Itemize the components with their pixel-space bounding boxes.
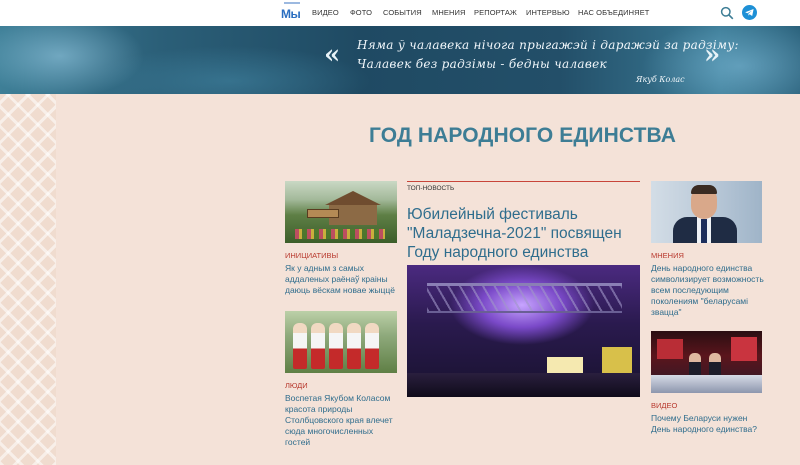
stage-crowd [407,373,640,397]
portrait-tie [701,219,707,243]
folk-person [365,323,379,369]
page-title: ГОД НАРОДНОГО ЕДИНСТВА [369,124,677,147]
article-category-people[interactable]: ЛЮДИ [285,381,308,390]
studio-desk [651,375,762,393]
article-thumbnail-opinions[interactable] [651,181,762,243]
folk-person [329,323,343,369]
top-news-divider [407,181,640,182]
search-icon[interactable] [720,6,734,20]
article-category-initiatives[interactable]: ИНИЦИАТИВЫ [285,251,338,260]
top-navigation: Мы ВИДЕО ФОТО СОБЫТИЯ МНЕНИЯ РЕПОРТАЖ ИН… [0,0,800,26]
article-headline-initiatives[interactable]: Як у адным з самых аддаленых раёнаў краі… [285,263,397,296]
nav-item-opinions[interactable]: МНЕНИЯ [432,8,466,17]
nav-item-video[interactable]: ВИДЕО [312,8,339,17]
top-news-label: ТОП-НОВОСТЬ [407,185,455,192]
article-headline-opinions[interactable]: День народного единства символизирует во… [651,263,765,318]
nav-item-photo[interactable]: ФОТО [350,8,372,17]
article-thumbnail-video[interactable] [651,331,762,393]
studio-screen [657,339,683,359]
telegram-icon[interactable] [742,5,757,20]
flower-bed [295,229,385,239]
side-ornament [0,94,56,465]
article-headline-video[interactable]: Почему Беларуси нужен День народного еди… [651,413,765,435]
quote-banner: « Няма ў чалавека нічога прыгажэй і дара… [0,26,800,94]
quote-close-mark: » [704,40,721,70]
nav-item-reportage[interactable]: РЕПОРТАЖ [474,8,517,17]
telegram-plane-glyph [745,9,754,16]
stage-truss [427,283,622,313]
folk-person [347,323,361,369]
top-news-headline[interactable]: Юбилейный фестиваль "Маладзечна-2021" по… [407,205,640,262]
nav-item-unites-us[interactable]: НАС ОБЪЕДИНЯЕТ [578,8,650,17]
quote-open-mark: « [324,40,341,70]
portrait-hair [691,185,717,194]
site-logo[interactable]: Мы [281,2,303,24]
folk-person [311,323,325,369]
article-thumbnail-people[interactable] [285,311,397,373]
article-category-video[interactable]: ВИДЕО [651,401,677,410]
article-category-opinions[interactable]: МНЕНИЯ [651,251,684,260]
nav-item-interview[interactable]: ИНТЕРВЬЮ [526,8,570,17]
article-headline-people[interactable]: Воспетая Якубом Коласом красота природы … [285,393,399,448]
article-thumbnail-initiatives[interactable] [285,181,397,243]
quote-author: Якуб Колас [636,75,685,84]
quote-line-1: Няма ў чалавека нічога прыгажэй і даражэ… [357,38,739,52]
quote-line-2: Чалавек без радзімы - бедны чалавек [357,57,607,71]
house-roof [325,191,381,205]
wooden-sign [307,209,339,218]
folk-person [293,323,307,369]
logo-text: Мы [281,7,301,21]
studio-screen [731,337,757,361]
top-news-image[interactable] [407,265,640,397]
nav-item-events[interactable]: СОБЫТИЯ [383,8,422,17]
